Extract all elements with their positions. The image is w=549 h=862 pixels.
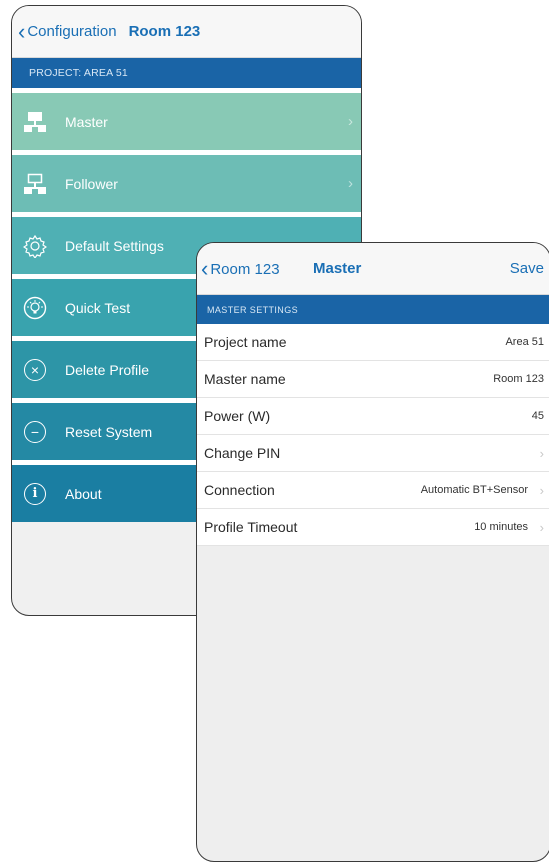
row-project-name[interactable]: Project name Area 51 bbox=[197, 324, 549, 361]
info-icon: i bbox=[22, 481, 48, 507]
x-circle-icon: × bbox=[22, 357, 48, 383]
menu-label: Reset System bbox=[65, 423, 153, 440]
chevron-right-icon: › bbox=[348, 113, 353, 130]
chevron-right-icon: › bbox=[539, 482, 544, 498]
row-profile-timeout[interactable]: Profile Timeout 10 minutes › bbox=[197, 509, 549, 546]
row-value: 10 minutes bbox=[474, 521, 528, 533]
gear-icon bbox=[22, 233, 48, 259]
back-button-label: Room 123 bbox=[210, 260, 280, 278]
chevron-left-icon[interactable]: ‹ bbox=[18, 20, 25, 43]
row-label: Change PIN bbox=[204, 445, 281, 461]
network-follower-icon bbox=[22, 171, 48, 197]
back-button[interactable]: ‹ Room 123 bbox=[201, 258, 280, 280]
chevron-right-icon: › bbox=[539, 519, 544, 535]
menu-label: Master bbox=[65, 113, 108, 130]
menu-label: Follower bbox=[65, 175, 118, 192]
back-button[interactable]: Configuration bbox=[27, 23, 116, 40]
project-header: PROJECT: AREA 51 bbox=[12, 58, 361, 88]
row-master-name[interactable]: Master name Room 123 bbox=[197, 361, 549, 398]
nav-bar: ‹ Room 123 Master Save bbox=[197, 243, 549, 295]
nav-title: Master bbox=[313, 260, 362, 277]
menu-label: Quick Test bbox=[65, 299, 131, 316]
chevron-right-icon: › bbox=[539, 445, 544, 461]
settings-list: Project name Area 51 Master name Room 12… bbox=[197, 324, 549, 546]
row-change-pin[interactable]: Change PIN › bbox=[197, 435, 549, 472]
row-label: Master name bbox=[204, 371, 286, 387]
row-value: Room 123 bbox=[493, 373, 544, 385]
row-value: Area 51 bbox=[505, 336, 544, 348]
chevron-left-icon: ‹ bbox=[201, 256, 209, 281]
menu-label: About bbox=[65, 485, 102, 502]
chevron-right-icon: › bbox=[348, 175, 353, 192]
row-power[interactable]: Power (W) 45 bbox=[197, 398, 549, 435]
section-header: MASTER SETTINGS bbox=[197, 295, 549, 324]
network-master-icon bbox=[22, 109, 48, 135]
minus-circle-icon: − bbox=[22, 419, 48, 445]
row-connection[interactable]: Connection Automatic BT+Sensor › bbox=[197, 472, 549, 509]
row-label: Project name bbox=[204, 334, 287, 350]
menu-item-master[interactable]: Master › bbox=[12, 93, 361, 150]
row-label: Profile Timeout bbox=[204, 519, 298, 535]
row-value: Automatic BT+Sensor bbox=[420, 484, 528, 496]
nav-title: Room 123 bbox=[128, 23, 201, 40]
menu-label: Default Settings bbox=[65, 237, 164, 254]
row-label: Connection bbox=[204, 482, 275, 498]
nav-bar: ‹ Configuration Room 123 bbox=[12, 6, 361, 58]
menu-item-follower[interactable]: Follower › bbox=[12, 155, 361, 212]
master-settings-screen: ‹ Room 123 Master Save MASTER SETTINGS P… bbox=[196, 242, 549, 862]
lightbulb-icon bbox=[22, 295, 48, 321]
save-button[interactable]: Save bbox=[510, 260, 544, 277]
row-label: Power (W) bbox=[204, 408, 271, 424]
menu-label: Delete Profile bbox=[65, 361, 150, 378]
row-value: 45 bbox=[531, 410, 544, 422]
